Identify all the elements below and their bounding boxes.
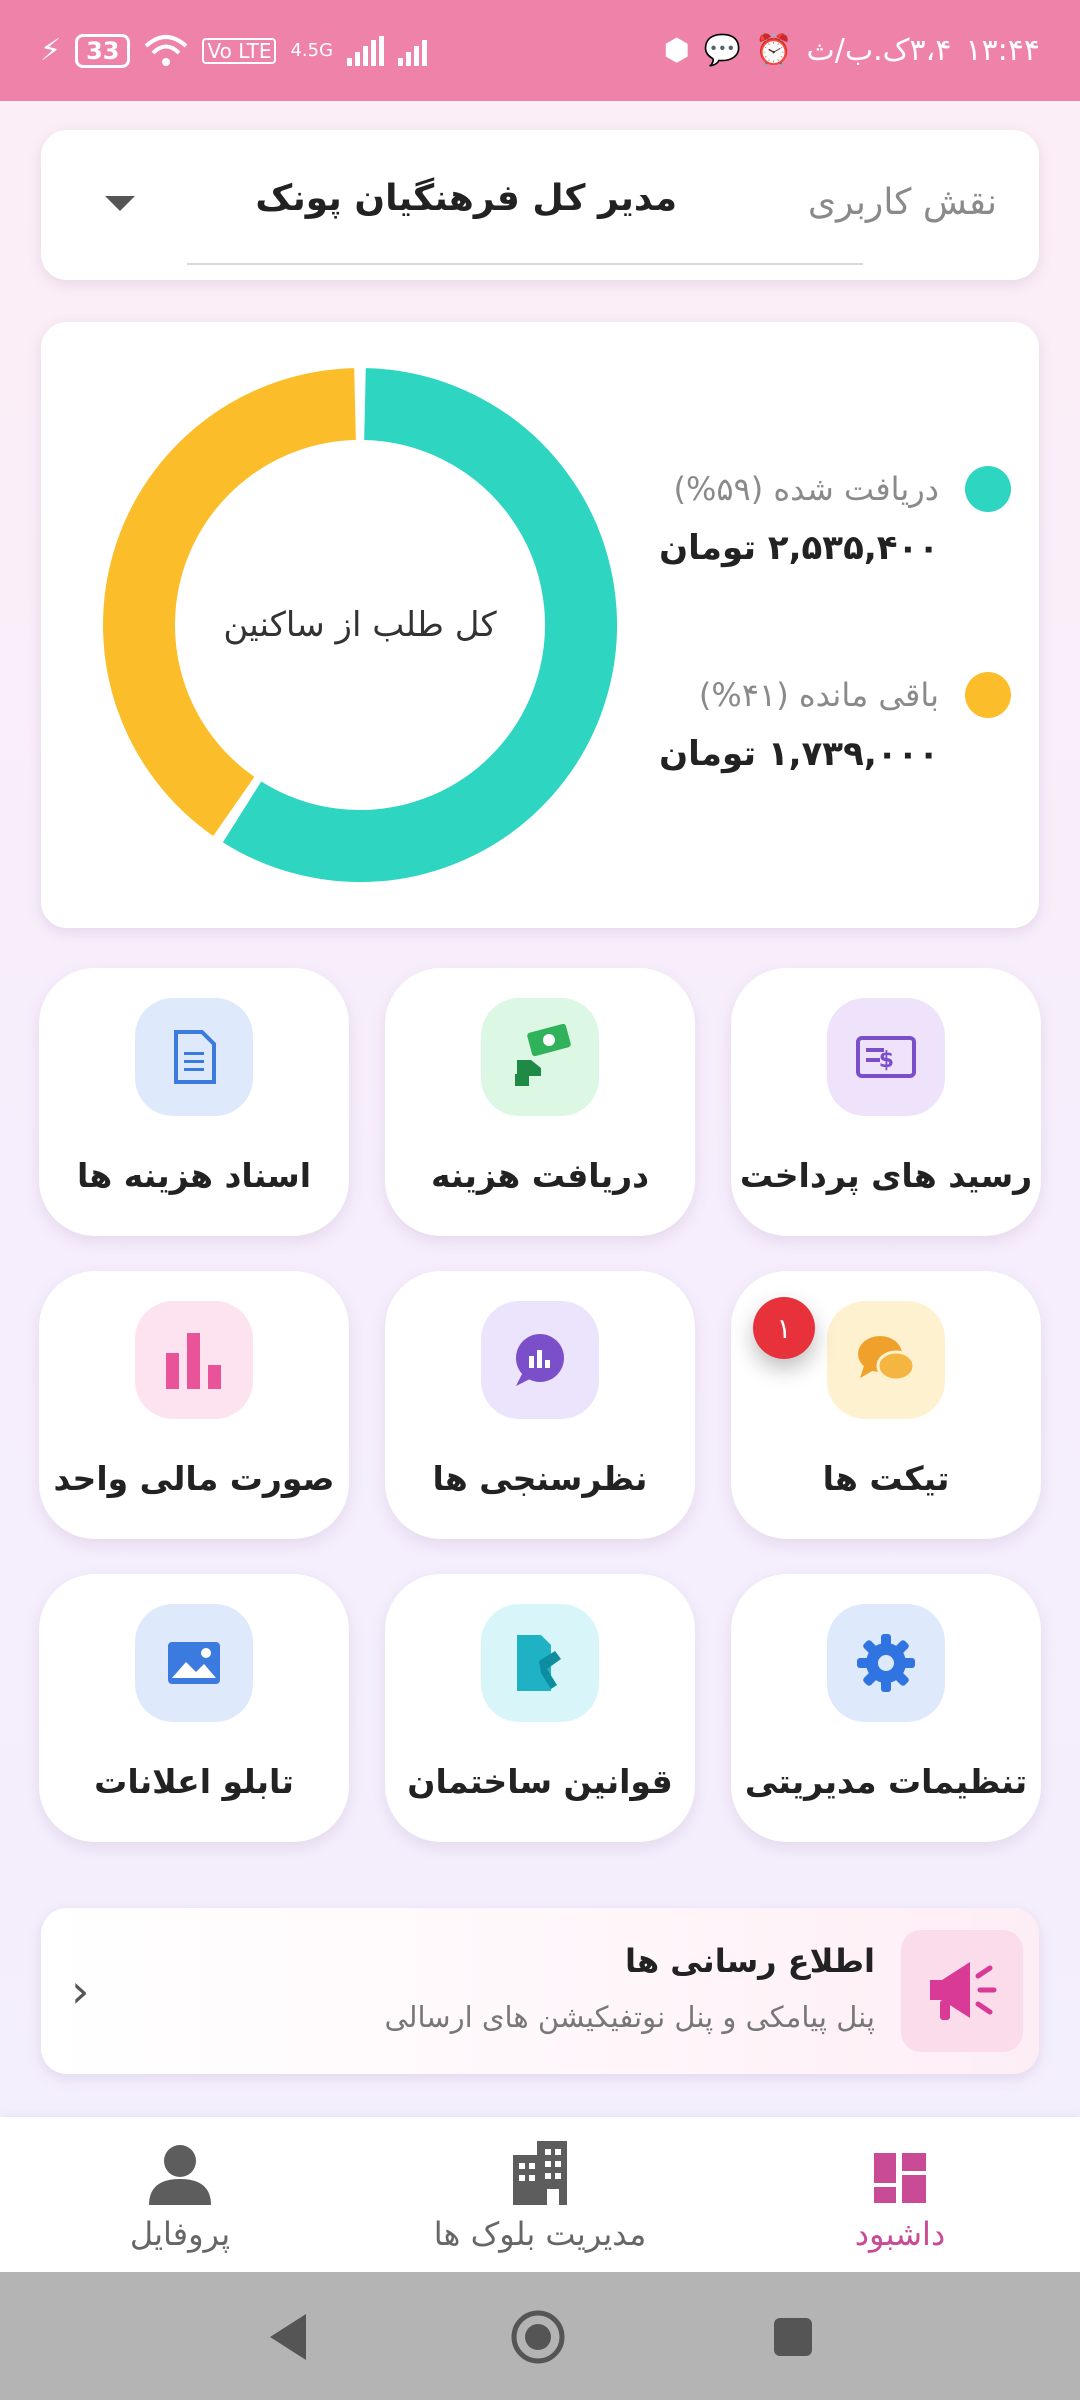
app-notification-icon: ⬢ bbox=[663, 33, 690, 68]
back-icon[interactable] bbox=[266, 2312, 310, 2362]
legend-remaining: باقی مانده (۴۱%) ۱,۷۳۹,۰۰۰ تومان bbox=[631, 672, 1011, 782]
home-icon[interactable] bbox=[510, 2309, 566, 2365]
legend-received: دریافت شده (۵۹%) ۲,۵۳۵,۴۰۰ تومان bbox=[631, 466, 1011, 576]
bar-chart-icon bbox=[135, 1301, 253, 1419]
chevron-down-icon[interactable] bbox=[105, 196, 135, 211]
role-selector[interactable]: نقش کاربری مدیر کل فرهنگیان پونک bbox=[41, 130, 1039, 280]
tile-building-rules[interactable]: قوانین ساختمان bbox=[385, 1574, 695, 1842]
payment-receipt-icon: $ bbox=[827, 998, 945, 1116]
legend-label-received: دریافت شده (۵۹%) bbox=[673, 470, 939, 508]
tile-label: نظرسنجی ها bbox=[432, 1459, 648, 1498]
nav-label: پروفایل bbox=[129, 2215, 231, 2253]
network-type: 4.5G bbox=[290, 40, 334, 61]
building-icon bbox=[380, 2135, 700, 2205]
tile-admin-settings[interactable]: تنظیمات مدیریتی bbox=[731, 1574, 1041, 1842]
status-bar: ⚡ 33 Vo LTE 4.5G ۱۳:۴۴ ۳،۴ک.ب/ث ⏰ 💬 ⬢ bbox=[0, 0, 1080, 101]
dashboard-icon bbox=[740, 2135, 1060, 2205]
tile-label: دریافت هزینه bbox=[430, 1156, 650, 1195]
charging-icon: ⚡ bbox=[40, 33, 62, 68]
system-navigation-bar bbox=[0, 2272, 1080, 2400]
volte-icon: Vo LTE bbox=[202, 37, 277, 64]
debt-summary-card: کل طلب از ساکنین دریافت شده (۵۹%) ۲,۵۳۵,… bbox=[41, 322, 1039, 928]
image-board-icon bbox=[135, 1604, 253, 1722]
tile-label: قوانین ساختمان bbox=[407, 1762, 673, 1801]
tile-label: تیکت ها bbox=[822, 1459, 950, 1498]
notifications-subtitle: پنل پیامکی و پنل نوتفیکیشن های ارسالی bbox=[384, 2000, 875, 2034]
svg-text:$: $ bbox=[879, 1048, 894, 1073]
legend-dot-received bbox=[965, 466, 1011, 512]
nav-label: داشبود bbox=[854, 2215, 946, 2253]
tile-tickets[interactable]: ۱ تیکت ها bbox=[731, 1271, 1041, 1539]
status-date: ۳،۴ک.ب/ث bbox=[806, 33, 952, 68]
tile-polls[interactable]: نظرسنجی ها bbox=[385, 1271, 695, 1539]
tile-unit-financial-statement[interactable]: صورت مالی واحد bbox=[39, 1271, 349, 1539]
megaphone-icon bbox=[901, 1930, 1023, 2052]
nav-profile[interactable]: پروفایل bbox=[20, 2135, 340, 2253]
notification-badge: ۱ bbox=[753, 1297, 815, 1359]
notifications-title: اطلاع رسانی ها bbox=[624, 1942, 875, 1980]
tile-expense-documents[interactable]: اسناد هزینه ها bbox=[39, 968, 349, 1236]
role-value[interactable]: مدیر کل فرهنگیان پونک bbox=[255, 178, 677, 219]
legend-value-received: ۲,۵۳۵,۴۰۰ تومان bbox=[659, 528, 939, 568]
clock-time: ۱۳:۴۴ bbox=[965, 33, 1040, 68]
role-underline bbox=[187, 263, 863, 265]
signal-icon-2 bbox=[398, 36, 428, 66]
document-icon bbox=[135, 998, 253, 1116]
legend-label-remaining: باقی مانده (۴۱%) bbox=[698, 676, 939, 714]
bottom-navigation: داشبود مدیریت بلوک ها پروفایل bbox=[0, 2117, 1080, 2272]
chart-center-label: کل طلب از ساکنین bbox=[223, 605, 497, 645]
wifi-icon bbox=[145, 34, 188, 66]
tile-payment-receipts[interactable]: $ رسید های پرداخت bbox=[731, 968, 1041, 1236]
building-rules-icon bbox=[481, 1604, 599, 1722]
role-label: نقش کاربری bbox=[807, 182, 997, 223]
person-icon bbox=[20, 2135, 340, 2205]
tile-label: صورت مالی واحد bbox=[53, 1459, 335, 1498]
legend-dot-remaining bbox=[965, 672, 1011, 718]
tile-label: تنظیمات مدیریتی bbox=[744, 1762, 1028, 1801]
nav-dashboard[interactable]: داشبود bbox=[740, 2135, 1060, 2253]
recents-icon[interactable] bbox=[772, 2316, 814, 2358]
nav-label: مدیریت بلوک ها bbox=[433, 2215, 647, 2253]
signal-icon bbox=[347, 35, 385, 66]
cash-payment-icon bbox=[481, 998, 599, 1116]
gear-icon bbox=[827, 1604, 945, 1722]
tile-notice-board[interactable]: تابلو اعلانات bbox=[39, 1574, 349, 1842]
tile-label: رسید های پرداخت bbox=[739, 1156, 1033, 1195]
notifications-card[interactable]: اطلاع رسانی ها پنل پیامکی و پنل نوتفیکیش… bbox=[41, 1908, 1039, 2074]
nav-blocks-management[interactable]: مدیریت بلوک ها bbox=[380, 2135, 700, 2253]
battery-indicator: 33 bbox=[75, 33, 131, 68]
tile-label: تابلو اعلانات bbox=[94, 1762, 294, 1801]
chat-bubbles-icon bbox=[827, 1301, 945, 1419]
message-icon: 💬 bbox=[703, 33, 742, 68]
tile-receive-fee[interactable]: دریافت هزینه bbox=[385, 968, 695, 1236]
alarm-icon: ⏰ bbox=[755, 33, 793, 68]
tile-label: اسناد هزینه ها bbox=[76, 1156, 312, 1195]
chevron-left-icon[interactable]: ‹ bbox=[71, 1964, 89, 2018]
poll-chat-icon bbox=[481, 1301, 599, 1419]
legend-value-remaining: ۱,۷۳۹,۰۰۰ تومان bbox=[659, 734, 939, 774]
